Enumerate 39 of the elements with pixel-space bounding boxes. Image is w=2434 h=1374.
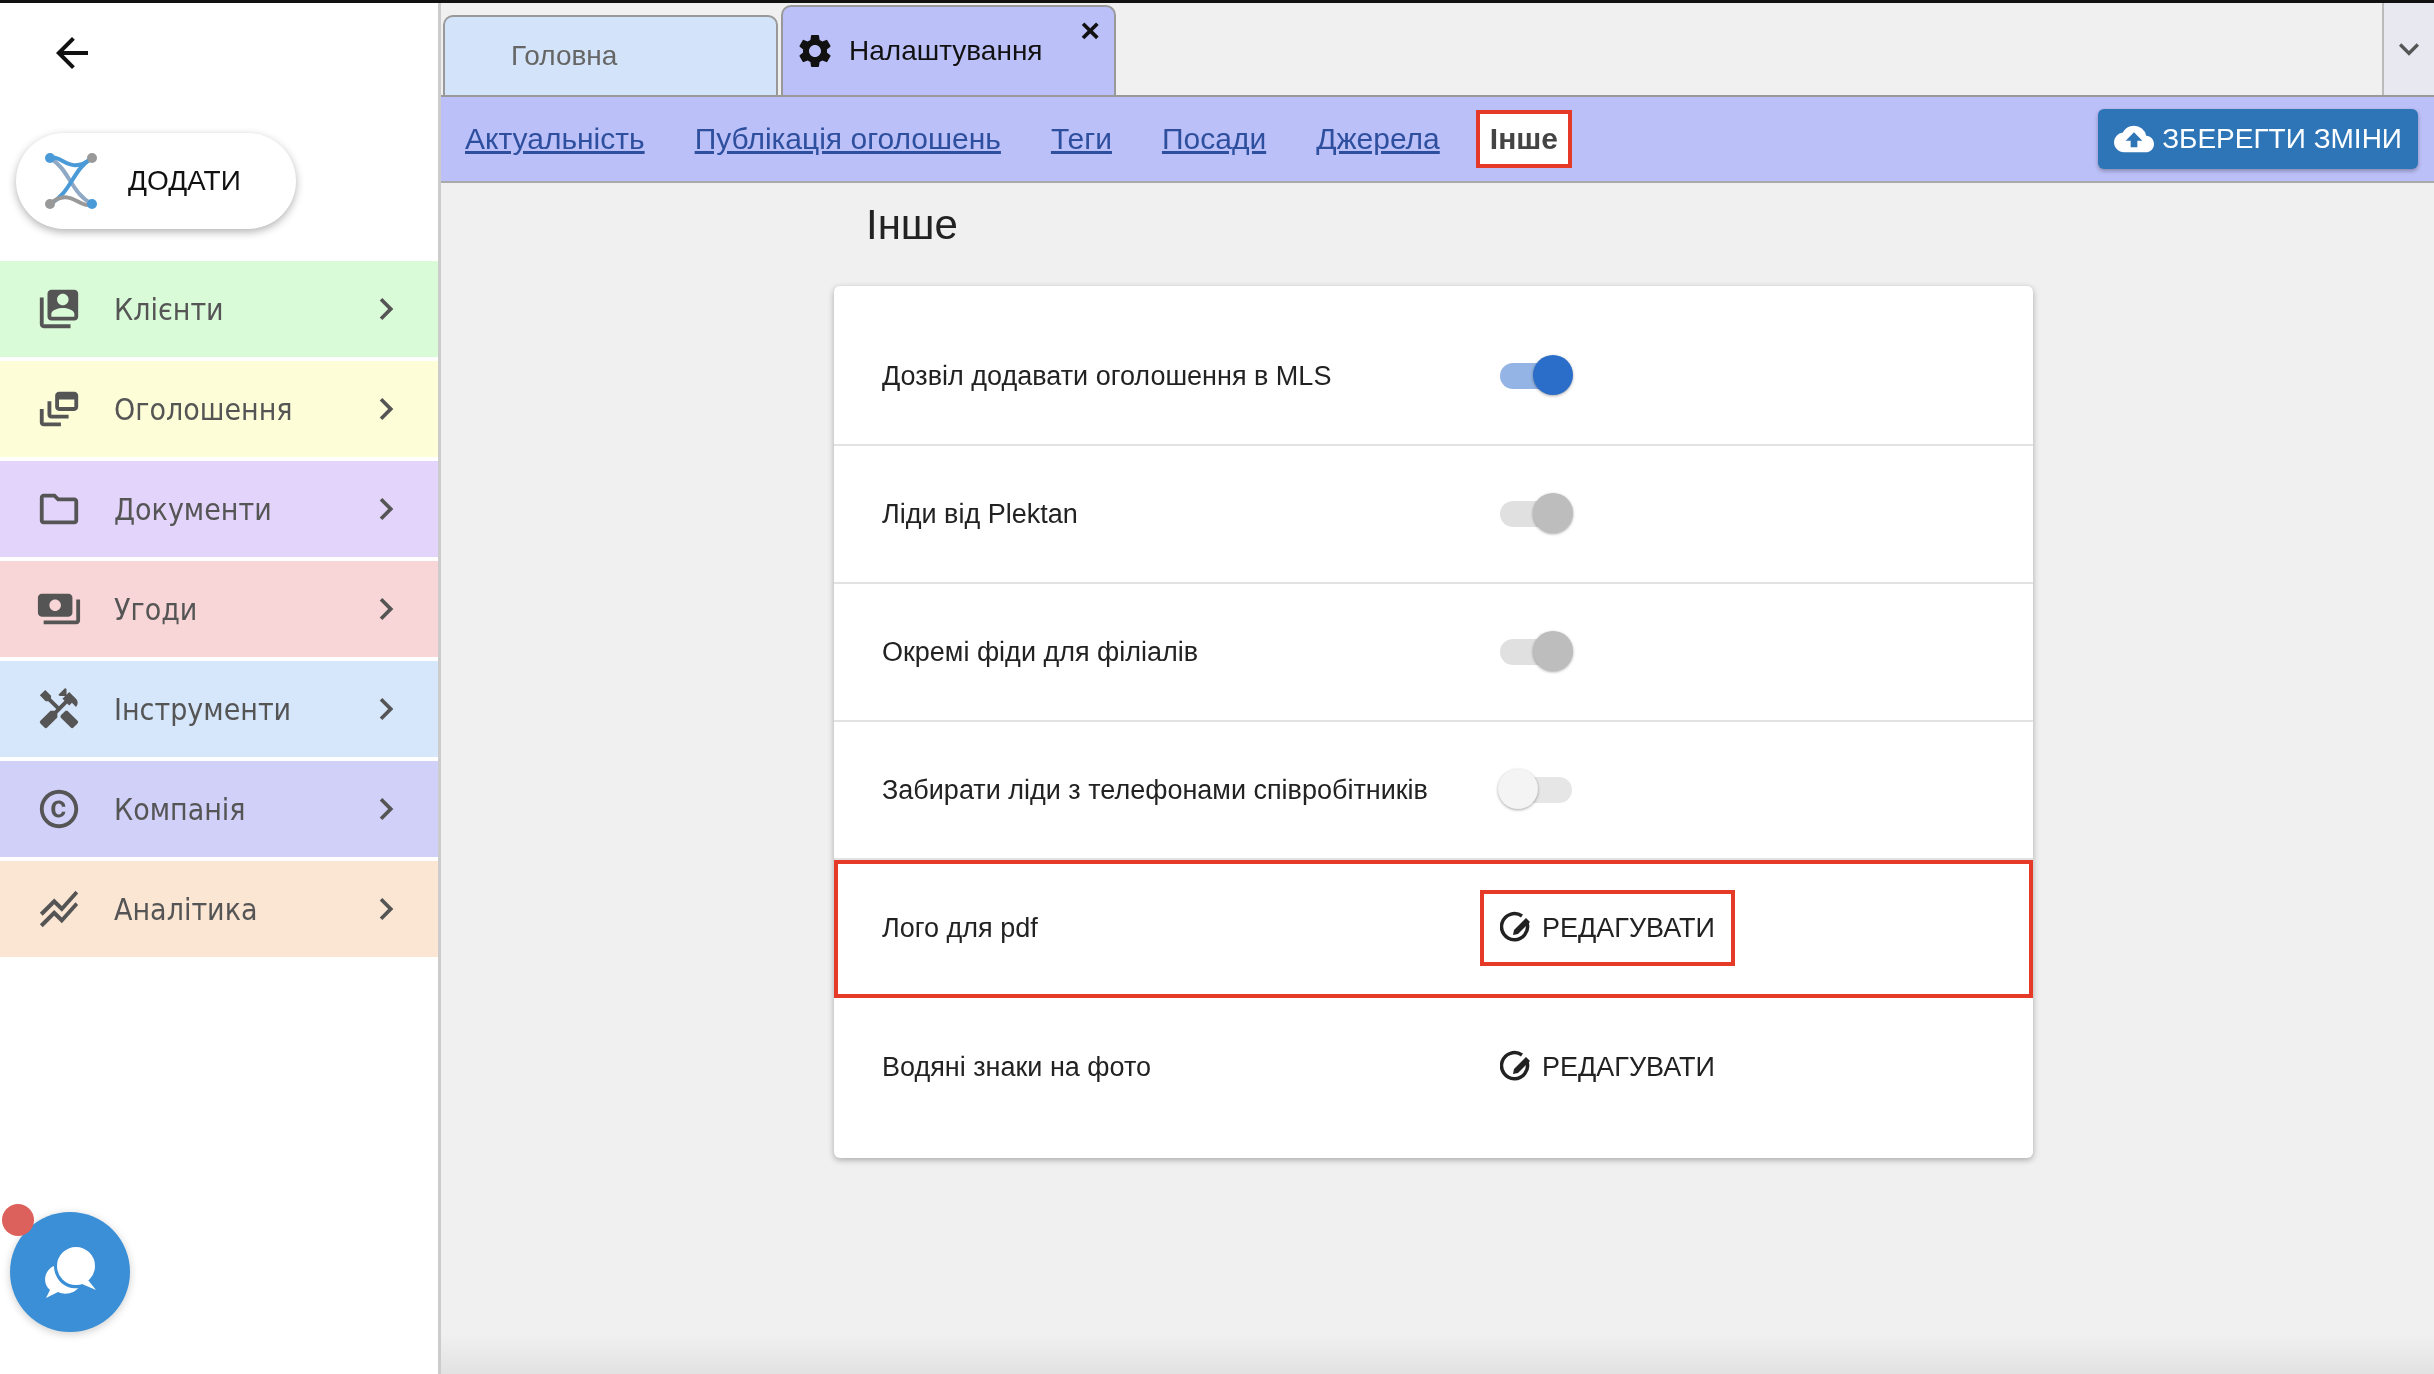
subnav-link[interactable]: Посади bbox=[1151, 114, 1277, 164]
sidebar-item-label: Угоди bbox=[114, 591, 199, 627]
setting-label: Ліди від Plektan bbox=[882, 498, 1079, 530]
sidebar-item[interactable]: Інструменти bbox=[0, 661, 438, 757]
setting-label: Лого для pdf bbox=[882, 912, 1039, 944]
sidebar-item-label: Документи bbox=[114, 491, 273, 527]
sidebar-item-label: Компанія bbox=[114, 791, 247, 827]
page-title: Інше bbox=[866, 201, 959, 249]
chat-button[interactable] bbox=[10, 1212, 130, 1332]
sidebar-item[interactable]: Аналітика bbox=[0, 861, 438, 957]
sidebar-item[interactable]: Документи bbox=[0, 461, 438, 557]
sidebar-item-label: Оголошення bbox=[114, 391, 294, 427]
subnav-link[interactable]: Джерела bbox=[1306, 114, 1450, 164]
sidebar-item-label: Інструменти bbox=[114, 691, 293, 727]
toggle-switch[interactable] bbox=[1498, 769, 1574, 811]
save-button[interactable]: ЗБЕРЕГТИ ЗМІНИ bbox=[2098, 109, 2418, 169]
subnav-link[interactable]: Теги bbox=[1040, 114, 1122, 164]
setting-label: Забирати ліди з телефонами співробітників bbox=[882, 774, 1429, 806]
tab[interactable]: Налаштування × bbox=[781, 5, 1116, 95]
setting-label: Окремі фіди для філіалів bbox=[882, 636, 1200, 668]
setting-label: Дозвіл додавати оголошення в MLS bbox=[882, 360, 1333, 392]
sidebar-item-label: Клієнти bbox=[114, 291, 225, 327]
subnav-link[interactable]: Публікація оголошень bbox=[684, 114, 1011, 164]
sidebar-item[interactable]: Оголошення bbox=[0, 361, 438, 457]
toggle-switch[interactable] bbox=[1498, 355, 1574, 397]
tab-label: Налаштування bbox=[849, 35, 1043, 67]
subnav-link[interactable]: Актуальність bbox=[455, 114, 655, 164]
close-button[interactable]: × bbox=[1080, 11, 1100, 50]
tab[interactable]: Головна bbox=[443, 15, 778, 95]
sidebar-item[interactable]: Клієнти bbox=[0, 261, 438, 357]
sidebar-item[interactable]: Угоди bbox=[0, 561, 438, 657]
edit-button[interactable]: РЕДАГУВАТИ bbox=[1480, 1029, 1735, 1105]
edit-button[interactable]: РЕДАГУВАТИ bbox=[1480, 890, 1735, 966]
add-button[interactable]: ДОДАТИ bbox=[16, 133, 296, 229]
setting-label: Водяні знаки на фото bbox=[882, 1051, 1153, 1083]
dropdown-button[interactable] bbox=[2382, 3, 2434, 95]
tab-label: Головна bbox=[511, 40, 618, 72]
sidebar-item[interactable]: Компанія bbox=[0, 761, 438, 857]
sidebar-item-label: Аналітика bbox=[114, 891, 259, 927]
